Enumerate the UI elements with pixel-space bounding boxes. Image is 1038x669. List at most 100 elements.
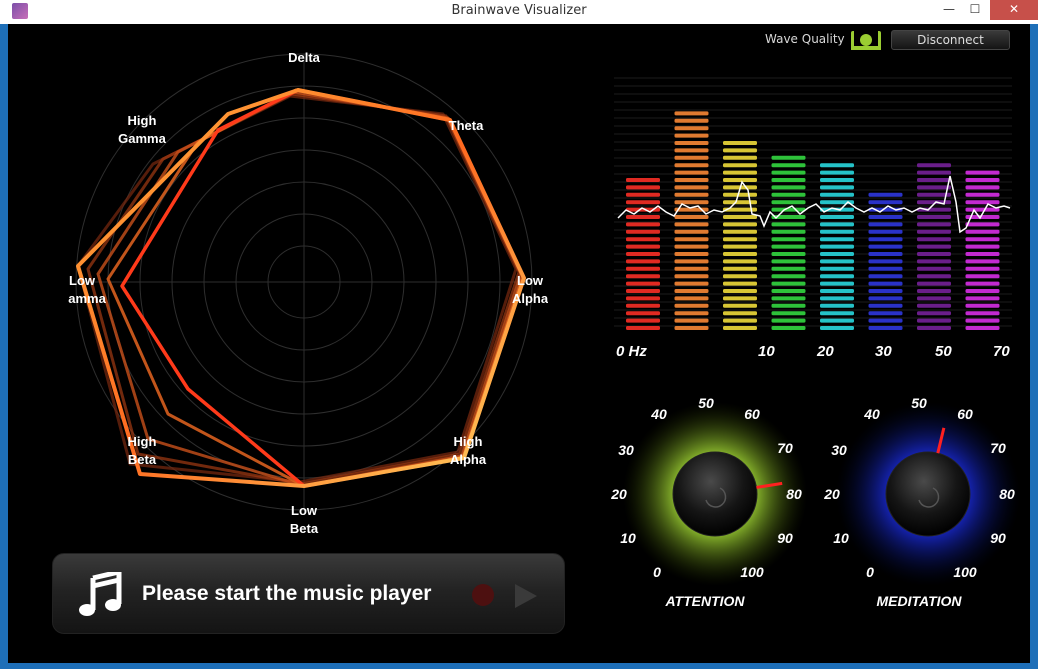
spectrum-bar-segment [723, 229, 757, 234]
title-bar: Brainwave Visualizer — ☐ ✕ [0, 0, 1038, 24]
spectrum-bar-segment [820, 237, 854, 242]
spectrum-bar-segment [626, 289, 660, 293]
spectrum-bar-segment [674, 318, 709, 323]
spectrum-bar-segment [674, 281, 709, 286]
music-note-icon [79, 572, 122, 616]
minimize-button[interactable]: — [936, 0, 962, 20]
spectrum-bar-segment [723, 148, 757, 153]
spectrum-bar-segment [868, 259, 903, 264]
spectrum-bar-segment [965, 326, 1000, 330]
freq-label-30: 30 [875, 343, 892, 360]
spectrum-bar-segment [965, 222, 1000, 227]
spectrum-bar-segment [917, 163, 951, 168]
spectrum-bar-segment [820, 163, 854, 168]
spectrum-bar-segment [868, 266, 903, 271]
spectrum-bar-segment [868, 289, 903, 293]
spectrum-bar-segment [771, 303, 806, 308]
spectrum-bar-segment [723, 281, 757, 286]
radar-traces [76, 88, 526, 488]
spectrum-bar-segment [626, 303, 660, 308]
freq-label-50: 50 [935, 343, 952, 360]
spectrum-bar-segment [820, 318, 854, 323]
spectrum-bar-segment [917, 178, 951, 182]
spectrum-bar-segment [965, 303, 1000, 308]
play-button[interactable] [515, 584, 537, 608]
spectrum-bar-segment [771, 266, 806, 271]
spectrum-bar-segment [723, 237, 757, 242]
spectrum-bar-segment [771, 244, 806, 249]
svg-text:Gamma: Gamma [68, 291, 107, 306]
spectrum-bar-segment [820, 185, 854, 190]
spectrum-bar-segment [965, 244, 1000, 249]
spectrum-bar-segment [723, 222, 757, 227]
spectrum-bar-segment [674, 244, 709, 249]
spectrum-bar-segment [771, 311, 806, 316]
meditation-tick-90: 90 [990, 530, 1006, 546]
spectrum-bar-segment [868, 252, 903, 256]
svg-text:Low: Low [517, 273, 544, 288]
meditation-tick-60: 60 [957, 406, 973, 422]
svg-text:Beta: Beta [290, 521, 319, 534]
spectrum-bar-segment [626, 222, 660, 227]
player-message: Please start the music player [142, 582, 432, 605]
spectrum-bar-segment [674, 192, 709, 197]
freq-label-70: 70 [993, 343, 1010, 360]
meditation-tick-80: 80 [999, 486, 1015, 502]
spectrum-bar-segment [917, 326, 951, 330]
spectrum-bar-segment [674, 237, 709, 242]
spectrum-bar-segment [674, 215, 709, 219]
spectrum-bar-segment [820, 311, 854, 316]
spectrum-bar-segment [965, 237, 1000, 242]
spectrum-bar-segment [674, 126, 709, 131]
record-button[interactable] [472, 584, 494, 606]
spectrum-bar-segment [674, 222, 709, 227]
meditation-tick-70: 70 [990, 440, 1006, 456]
spectrum-bar-segment [868, 303, 903, 308]
spectrum-bar-segment [917, 259, 951, 264]
spectrum-bar-segment [868, 326, 903, 330]
spectrum-bar-segment [723, 311, 757, 316]
spectrum-bar-segment [723, 289, 757, 293]
brainwave-radar-plot: Delta Theta Low Alpha High Alpha Low Bet… [68, 50, 548, 534]
spectrum-bar-segment [771, 281, 806, 286]
spectrum-bar-segment [626, 311, 660, 316]
close-button[interactable]: ✕ [990, 0, 1038, 20]
spectrum-bar-segment [723, 141, 757, 145]
meditation-tick-20: 20 [824, 486, 840, 502]
signal-quality-icon [851, 31, 881, 50]
spectrum-bar-segment [917, 266, 951, 271]
attention-tick-90: 90 [777, 530, 793, 546]
window-title: Brainwave Visualizer [451, 3, 587, 18]
spectrum-bar-segment [626, 229, 660, 234]
spectrum-bar-segment [965, 170, 1000, 175]
spectrum-bar-segment [965, 318, 1000, 323]
music-player-bar[interactable]: Please start the music player [52, 553, 565, 634]
meditation-tick-100: 100 [953, 564, 977, 580]
spectrum-bar-segment [674, 155, 709, 160]
spectrum-bar-segment [965, 192, 1000, 197]
spectrum-bar-segment [771, 296, 806, 301]
spectrum-bar-segment [771, 229, 806, 234]
svg-text:Alpha: Alpha [450, 452, 487, 467]
svg-text:Low: Low [69, 273, 96, 288]
spectrum-bar-segment [626, 296, 660, 301]
spectrum-bar-segment [917, 237, 951, 242]
spectrum-bar-segment [771, 259, 806, 264]
maximize-button[interactable]: ☐ [962, 0, 988, 20]
spectrum-bar-segment [723, 259, 757, 264]
attention-tick-50: 50 [698, 395, 714, 411]
disconnect-button[interactable]: Disconnect [891, 30, 1010, 50]
spectrum-bar-segment [868, 222, 903, 227]
spectrum-bar-segment [723, 244, 757, 249]
spectrum-bar-segment [771, 185, 806, 190]
spectrum-bar-segment [626, 237, 660, 242]
spectrum-bar-segment [820, 170, 854, 175]
meditation-tick-10: 10 [833, 530, 849, 546]
spectrum-bar-segment [965, 311, 1000, 316]
spectrum-bar-segment [771, 200, 806, 205]
svg-text:High: High [128, 113, 157, 128]
spectrum-bar-segment [965, 266, 1000, 271]
svg-text:Beta: Beta [128, 452, 157, 467]
spectrum-bar-segment [723, 326, 757, 330]
spectrum-bar-segment [674, 303, 709, 308]
